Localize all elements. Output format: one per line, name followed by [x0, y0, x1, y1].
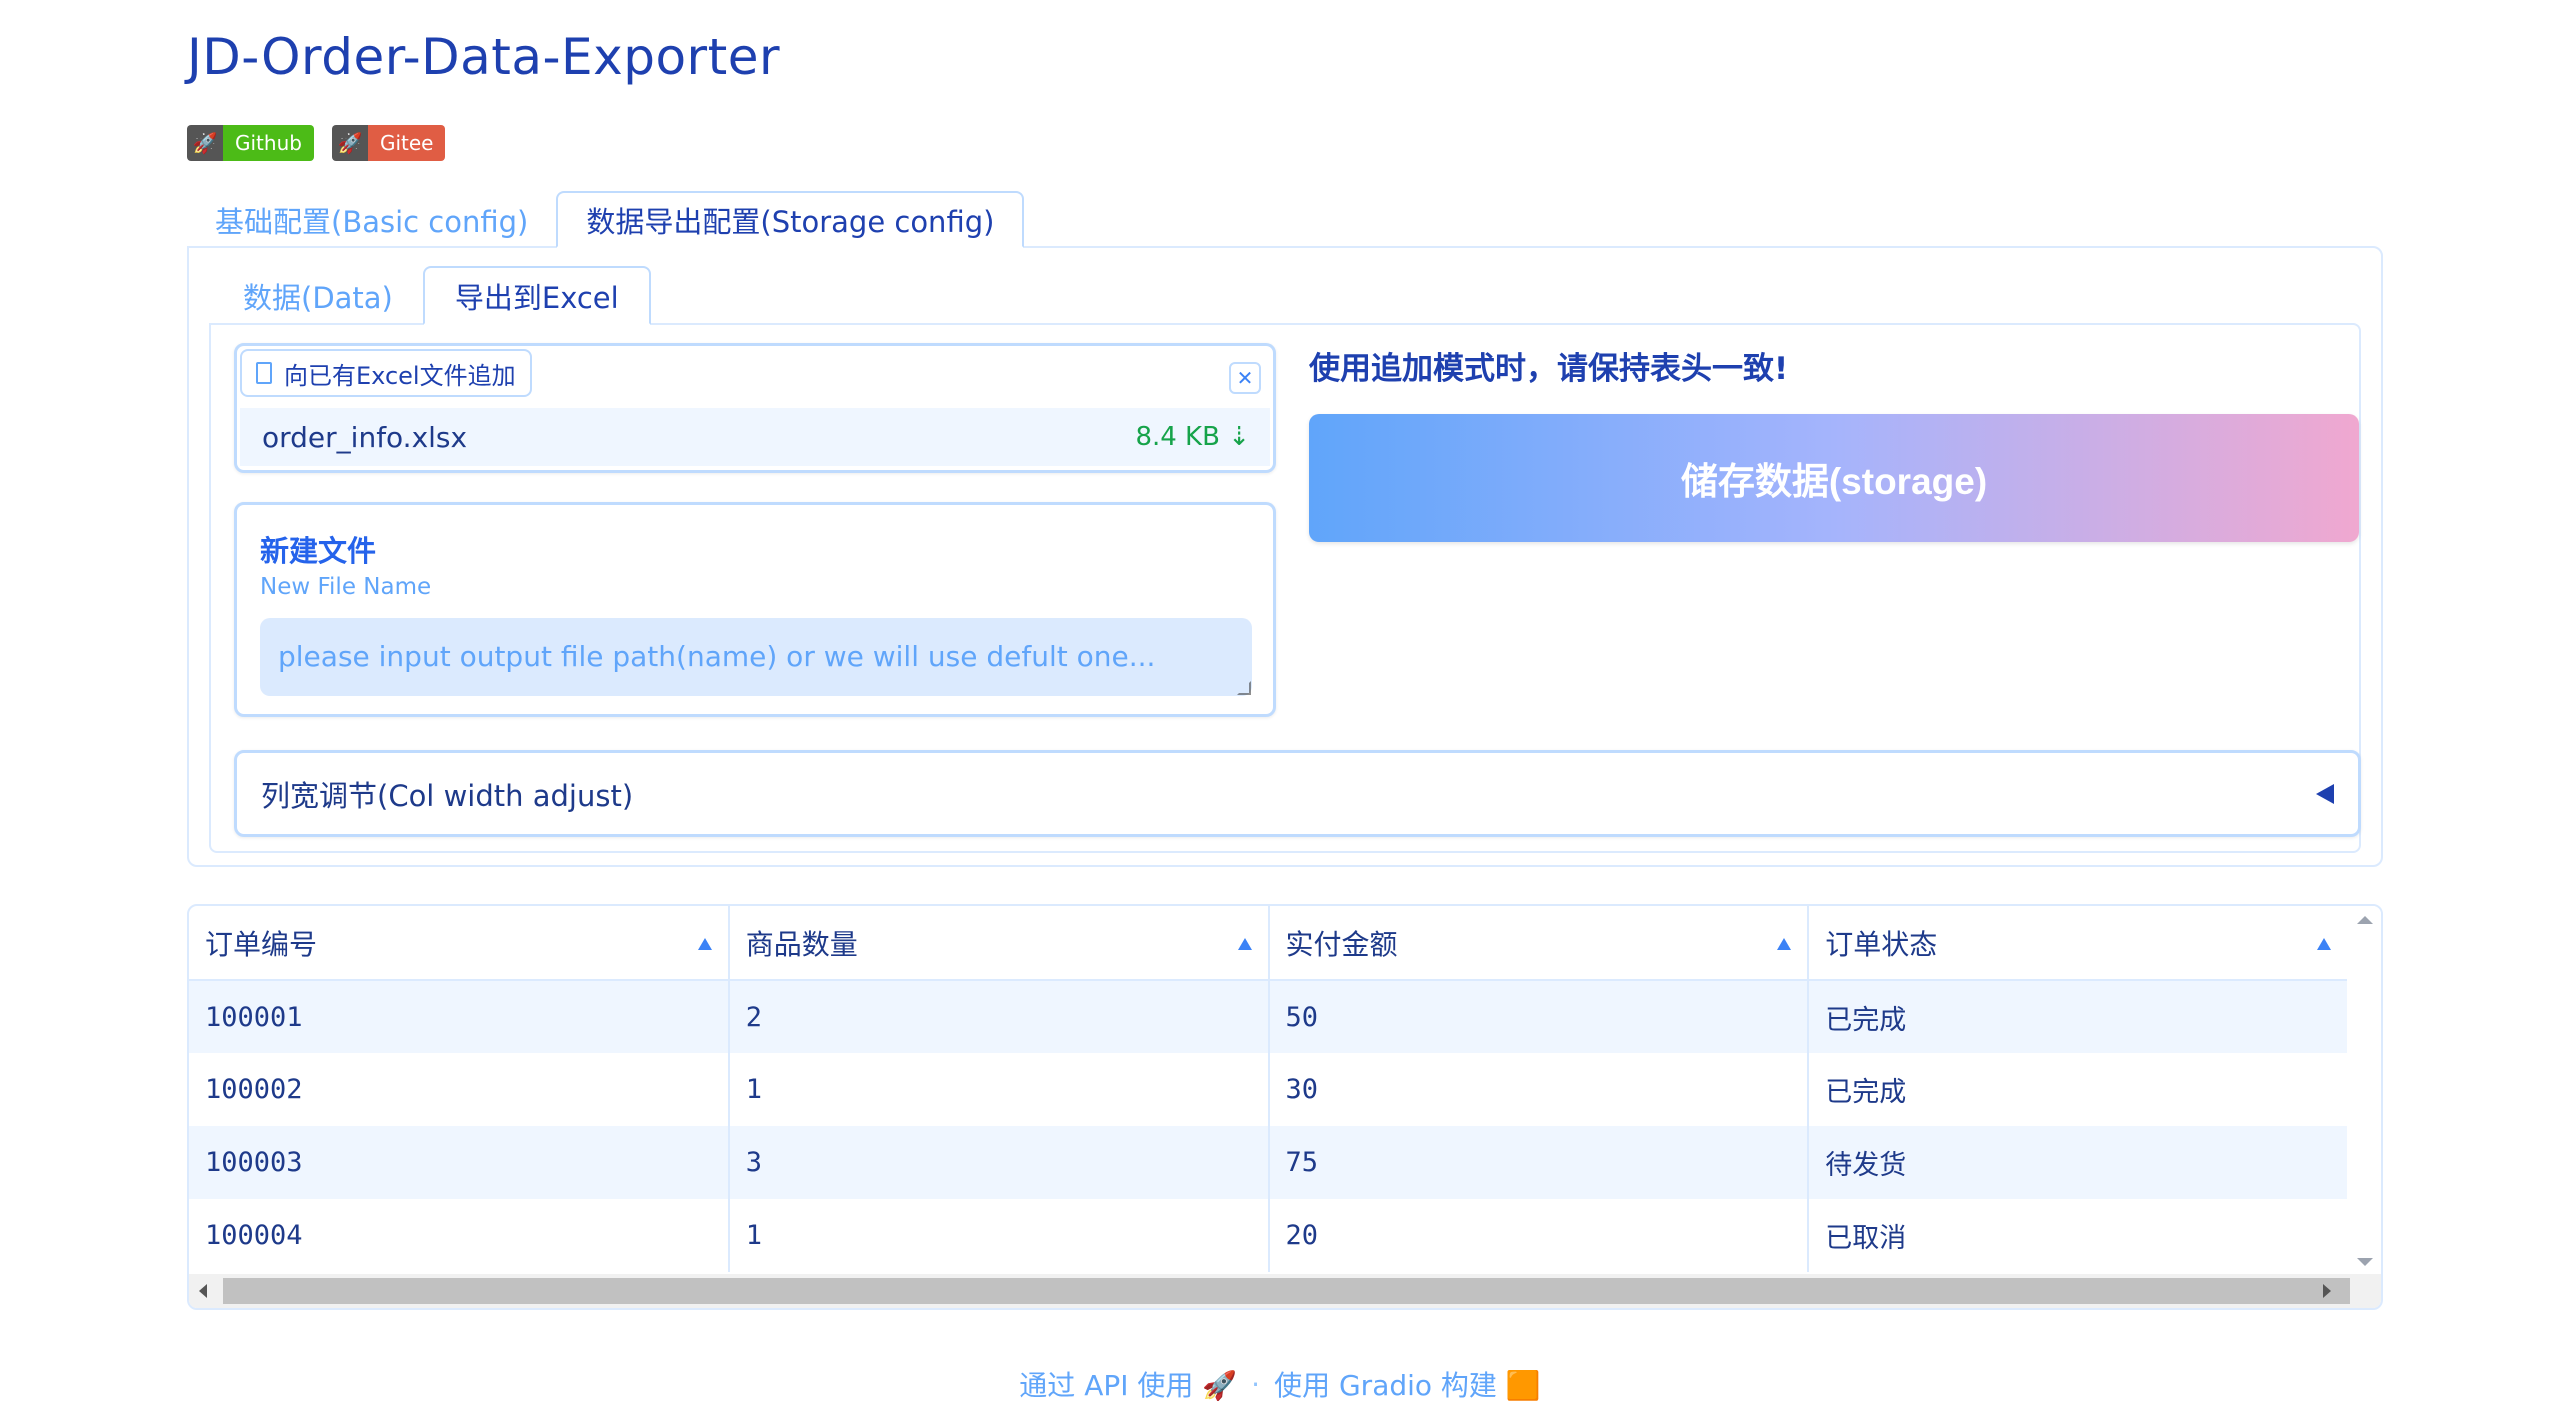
close-icon: ✕: [1236, 366, 1254, 390]
column-header[interactable]: 订单状态: [1808, 906, 2349, 981]
append-file-label: 向已有Excel文件追加: [240, 349, 532, 397]
sort-arrow-icon[interactable]: [1237, 938, 1252, 950]
file-download-link[interactable]: 8.4 KB ⇣: [1135, 422, 1250, 452]
table-row: 100001 2 50 已完成: [189, 980, 2349, 1053]
column-header[interactable]: 商品数量: [728, 906, 1270, 981]
col-width-label: 列宽调节(Col width adjust): [261, 778, 634, 813]
new-file-block: 新建文件 New File Name: [234, 502, 1276, 717]
horizontal-scroll-thumb[interactable]: [223, 1278, 2350, 1304]
table-cell[interactable]: 20: [1268, 1199, 1810, 1272]
table-cell[interactable]: 3: [728, 1126, 1270, 1199]
gitee-badge-label: Gitee: [367, 125, 446, 161]
tab-data[interactable]: 数据(Data): [213, 266, 423, 325]
file-icon: [256, 362, 272, 384]
built-with-gradio-link[interactable]: 使用 Gradio 构建 🟧: [1274, 1364, 1541, 1404]
table-cell[interactable]: 1: [728, 1199, 1270, 1272]
scroll-left-icon[interactable]: [199, 1284, 207, 1298]
vertical-scrollbar[interactable]: [2347, 906, 2381, 1276]
sort-arrow-icon[interactable]: [697, 938, 712, 950]
table-cell[interactable]: 50: [1268, 980, 1810, 1053]
table-row: 100002 1 30 已完成: [189, 1053, 2349, 1126]
tab-storage-config[interactable]: 数据导出配置(Storage config): [556, 191, 1025, 248]
append-mode-note: 使用追加模式时，请保持表头一致!: [1309, 351, 1789, 387]
scroll-up-icon[interactable]: [2357, 916, 2373, 924]
gitee-badge[interactable]: 🚀 Gitee: [331, 125, 446, 161]
github-badge[interactable]: 🚀 Github: [187, 125, 314, 161]
column-header[interactable]: 订单编号: [189, 906, 730, 981]
table-cell[interactable]: 100003: [189, 1126, 730, 1199]
uploaded-file-name: order_info.xlsx: [262, 420, 468, 454]
rocket-icon: 🚀: [331, 125, 368, 161]
table-header-row: 订单编号 商品数量 实付金额 订单状态: [189, 906, 2349, 981]
table-cell[interactable]: 100004: [189, 1199, 730, 1272]
scroll-down-icon[interactable]: [2357, 1258, 2373, 1266]
append-file-upload[interactable]: 向已有Excel文件追加 ✕ order_info.xlsx 8.4 KB ⇣: [234, 343, 1276, 473]
table-cell[interactable]: 75: [1268, 1126, 1810, 1199]
storage-button[interactable]: 储存数据(storage): [1309, 414, 2359, 542]
table-cell[interactable]: 待发货: [1808, 1126, 2349, 1199]
sub-tabs: 数据(Data) 导出到Excel: [213, 266, 651, 325]
table-cell[interactable]: 已完成: [1808, 980, 2349, 1053]
github-badge-label: Github: [223, 125, 314, 161]
column-header[interactable]: 实付金额: [1268, 906, 1810, 981]
badge-row: 🚀 Github 🚀 Gitee: [187, 125, 446, 161]
table-row: 100004 1 20 已取消: [189, 1199, 2349, 1272]
scroll-right-icon[interactable]: [2323, 1284, 2331, 1298]
new-file-subtitle: New File Name: [260, 574, 432, 600]
horizontal-scrollbar[interactable]: [189, 1274, 2381, 1308]
table-cell[interactable]: 100001: [189, 980, 730, 1053]
table-cell[interactable]: 1: [728, 1053, 1270, 1126]
uploaded-file-row: order_info.xlsx 8.4 KB ⇣: [240, 408, 1270, 466]
table-cell[interactable]: 100002: [189, 1053, 730, 1126]
rocket-icon: 🚀: [187, 125, 223, 161]
footer-separator: ·: [1251, 1367, 1261, 1401]
footer: 通过 API 使用 🚀 · 使用 Gradio 构建 🟧: [0, 1364, 2560, 1404]
table-cell[interactable]: 已完成: [1808, 1053, 2349, 1126]
table-cell[interactable]: 已取消: [1808, 1199, 2349, 1272]
table-cell[interactable]: 2: [728, 980, 1270, 1053]
col-width-accordion[interactable]: 列宽调节(Col width adjust): [234, 750, 2361, 837]
caret-left-icon: [2316, 783, 2334, 804]
table-row: 100003 3 75 待发货: [189, 1126, 2349, 1199]
sort-arrow-icon[interactable]: [1777, 938, 1792, 950]
sort-arrow-icon[interactable]: [2317, 938, 2331, 950]
append-file-label-text: 向已有Excel文件追加: [284, 361, 516, 390]
order-table: 订单编号 商品数量 实付金额 订单状态 100001 2 50 已完成 1000…: [187, 904, 2383, 1310]
tab-basic-config[interactable]: 基础配置(Basic config): [187, 191, 556, 248]
clear-file-button[interactable]: ✕: [1229, 362, 1261, 394]
use-via-api-link[interactable]: 通过 API 使用 🚀: [1019, 1364, 1237, 1404]
main-tabs: 基础配置(Basic config) 数据导出配置(Storage config…: [187, 191, 1025, 248]
tab-export-excel[interactable]: 导出到Excel: [422, 266, 651, 325]
app-title: JD-Order-Data-Exporter: [187, 28, 781, 86]
new-file-name-input[interactable]: [260, 618, 1252, 696]
new-file-title: 新建文件: [260, 534, 377, 568]
table-cell[interactable]: 30: [1268, 1053, 1810, 1126]
